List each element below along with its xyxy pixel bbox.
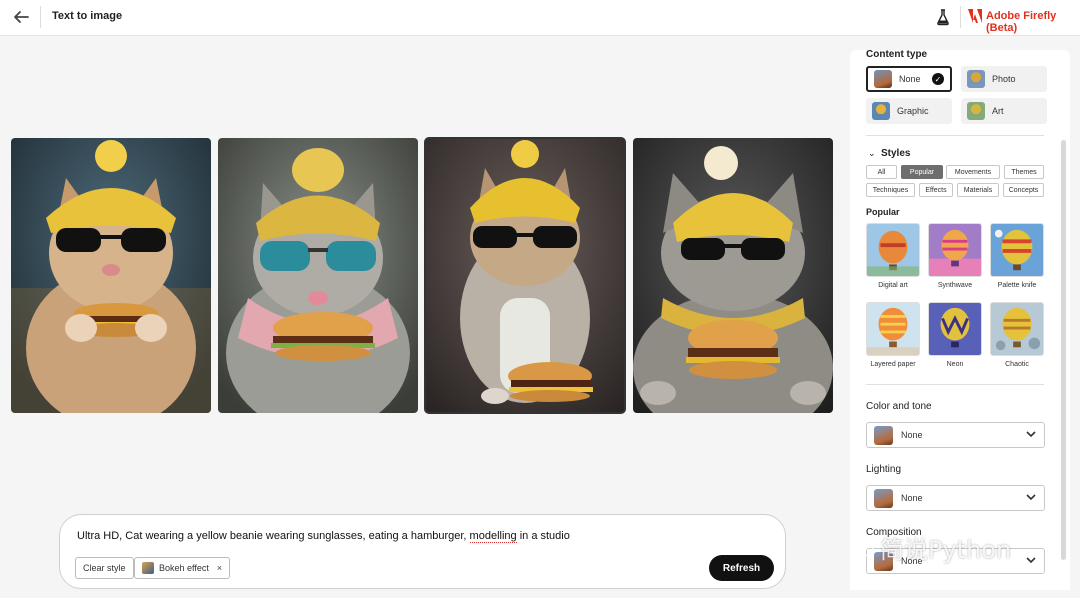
style-label: Palette knife bbox=[997, 282, 1037, 289]
popular-title: Popular bbox=[866, 207, 900, 217]
style-tile-chaotic[interactable] bbox=[990, 302, 1044, 356]
divider bbox=[866, 384, 1044, 385]
generated-image-4[interactable] bbox=[633, 138, 833, 413]
style-tile-digital-art[interactable] bbox=[866, 223, 920, 277]
chevron-down-icon bbox=[1026, 431, 1036, 438]
style-label: Synthwave bbox=[937, 282, 973, 289]
adobe-logo-icon bbox=[968, 9, 982, 23]
lighting-title: Lighting bbox=[866, 464, 902, 475]
style-label: Neon bbox=[946, 361, 964, 368]
header-divider bbox=[960, 6, 961, 28]
generated-image-3[interactable] bbox=[424, 137, 626, 414]
prompt-input[interactable]: Ultra HD, Cat wearing a yellow beanie we… bbox=[77, 530, 570, 543]
lighting-thumbnail bbox=[874, 488, 893, 508]
generated-image-2[interactable] bbox=[218, 138, 418, 413]
prompt-box[interactable]: Ultra HD, Cat wearing a yellow beanie we… bbox=[59, 514, 786, 589]
app-header: Text to image Adobe Firefly (Beta) bbox=[0, 0, 1080, 36]
content-type-title: Content type bbox=[866, 50, 928, 60]
content-type-none[interactable]: None ✓ bbox=[866, 66, 952, 92]
chevron-down-icon bbox=[1026, 494, 1036, 501]
graphic-thumbnail bbox=[872, 102, 890, 120]
tab-materials[interactable]: Materials bbox=[957, 183, 999, 197]
divider bbox=[866, 135, 1044, 136]
watermark: 简说Python bbox=[850, 530, 1011, 565]
page-title: Text to image bbox=[52, 10, 123, 22]
none-thumbnail bbox=[874, 70, 892, 88]
check-icon: ✓ bbox=[932, 73, 944, 85]
style-tile-synthwave[interactable] bbox=[928, 223, 982, 277]
style-tile-neon[interactable] bbox=[928, 302, 982, 356]
chevron-down-icon[interactable]: ⌄ bbox=[868, 148, 876, 159]
tab-popular[interactable]: Popular bbox=[901, 165, 943, 179]
tab-themes[interactable]: Themes bbox=[1004, 165, 1044, 179]
color-tone-title: Color and tone bbox=[866, 401, 932, 412]
bokeh-effect-tag[interactable]: Bokeh effect × bbox=[134, 557, 231, 579]
content-type-photo[interactable]: Photo bbox=[961, 66, 1047, 92]
tab-all[interactable]: All bbox=[866, 165, 897, 179]
generated-image-1[interactable] bbox=[11, 138, 211, 413]
panel-scrollbar[interactable] bbox=[1061, 140, 1066, 560]
style-tile-palette-knife[interactable] bbox=[990, 223, 1044, 277]
style-label: Chaotic bbox=[1005, 361, 1029, 368]
style-label: Layered paper bbox=[870, 361, 916, 368]
tab-techniques[interactable]: Techniques bbox=[866, 183, 915, 197]
style-tile-layered-paper[interactable] bbox=[866, 302, 920, 356]
lighting-dropdown[interactable]: None bbox=[866, 485, 1045, 511]
style-label: Digital art bbox=[878, 282, 908, 289]
content-type-graphic[interactable]: Graphic bbox=[866, 98, 952, 124]
art-thumbnail bbox=[967, 102, 985, 120]
content-type-art[interactable]: Art bbox=[961, 98, 1047, 124]
wechat-icon bbox=[850, 538, 874, 556]
clear-style-button[interactable]: Clear style bbox=[75, 557, 134, 579]
remove-tag-icon[interactable]: × bbox=[217, 563, 222, 573]
tab-concepts[interactable]: Concepts bbox=[1003, 183, 1044, 197]
brand-name: Adobe Firefly (Beta) bbox=[986, 10, 1057, 34]
settings-panel: Content type None ✓ Photo Graphic Art ⌄ … bbox=[850, 50, 1070, 590]
back-arrow-icon[interactable] bbox=[10, 7, 32, 27]
color-tone-dropdown[interactable]: None bbox=[866, 422, 1045, 448]
color-tone-thumbnail bbox=[874, 425, 893, 445]
refresh-button[interactable]: Refresh bbox=[709, 555, 774, 581]
tab-movements[interactable]: Movements bbox=[946, 165, 1000, 179]
prompt-flagged-word: modelling bbox=[469, 530, 517, 543]
chevron-down-icon bbox=[1026, 557, 1036, 564]
flask-icon[interactable] bbox=[936, 8, 950, 26]
styles-title[interactable]: Styles bbox=[881, 148, 910, 159]
header-divider bbox=[40, 6, 41, 28]
bokeh-thumbnail bbox=[142, 562, 154, 574]
photo-thumbnail bbox=[967, 70, 985, 88]
tab-effects[interactable]: Effects bbox=[919, 183, 953, 197]
